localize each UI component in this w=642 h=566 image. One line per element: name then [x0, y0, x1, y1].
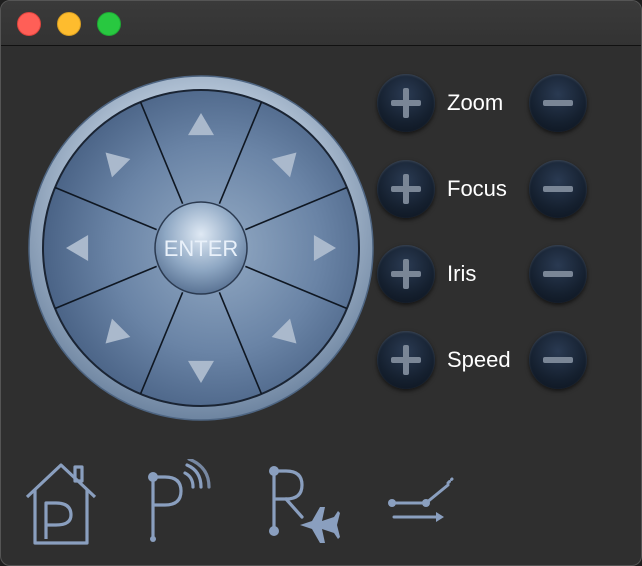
maximize-window-button[interactable] [97, 12, 121, 36]
zoom-control: Zoom [377, 74, 592, 132]
home-preset-icon[interactable] [21, 459, 101, 547]
focus-label: Focus [447, 176, 507, 201]
iris-minus-button[interactable] [529, 245, 587, 303]
iris-control: Iris [377, 245, 592, 303]
focus-control: Focus [377, 160, 592, 218]
zoom-plus-button[interactable] [377, 74, 435, 132]
ptz-control-window: ENTER Zoom Focus Iris Speed [0, 0, 642, 566]
focus-minus-button[interactable] [529, 160, 587, 218]
speed-label: Speed [447, 347, 511, 372]
speed-plus-button[interactable] [377, 331, 435, 389]
title-bar[interactable] [1, 1, 641, 46]
enter-button[interactable]: ENTER [153, 200, 249, 296]
minus-icon [543, 100, 573, 106]
close-window-button[interactable] [17, 12, 41, 36]
focus-plus-button[interactable] [377, 160, 435, 218]
preset-signal-icon[interactable] [141, 459, 211, 543]
switch-icon[interactable] [386, 459, 456, 529]
speed-minus-button[interactable] [529, 331, 587, 389]
preset-travel-icon[interactable] [264, 459, 340, 545]
zoom-minus-button[interactable] [529, 74, 587, 132]
minus-icon [543, 271, 573, 277]
zoom-label: Zoom [447, 90, 504, 115]
speed-control: Speed [377, 331, 592, 389]
minus-icon [543, 186, 573, 192]
iris-label: Iris [447, 261, 477, 286]
minimize-window-button[interactable] [57, 12, 81, 36]
minus-icon [543, 357, 573, 363]
enter-label: ENTER [164, 236, 239, 261]
iris-plus-button[interactable] [377, 245, 435, 303]
